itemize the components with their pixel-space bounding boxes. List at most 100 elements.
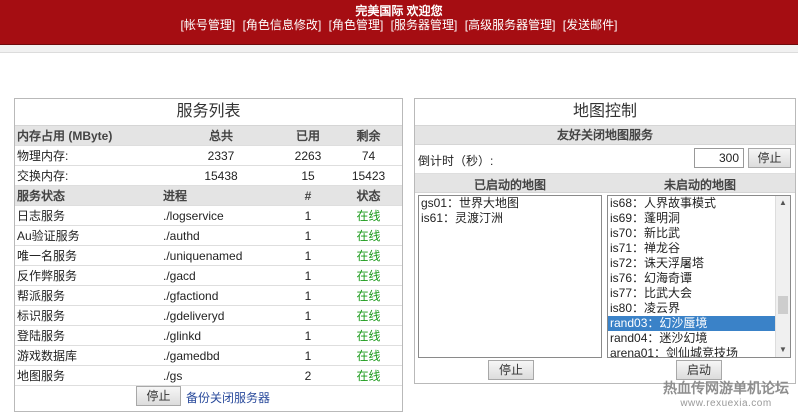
service-row: 唯一名服务 ./uniquenamed 1 在线: [15, 245, 402, 266]
service-header-count: #: [281, 185, 335, 206]
memory-row-physical: 物理内存: 2337 2263 74: [15, 145, 402, 166]
service-process: ./gfactiond: [161, 285, 281, 306]
service-status: 在线: [335, 205, 402, 226]
memory-used: 15: [281, 165, 335, 186]
backup-shutdown-link[interactable]: 备份关闭服务器: [186, 389, 270, 406]
service-row: 游戏数据库 ./gamedbd 1 在线: [15, 345, 402, 366]
list-item[interactable]: is80：凌云界: [608, 301, 790, 316]
service-header-status: 服务状态: [15, 185, 161, 206]
service-name: 登陆服务: [15, 325, 161, 346]
stop-map-button[interactable]: 停止: [488, 360, 534, 380]
service-header-state: 状态: [335, 185, 402, 206]
service-name: 地图服务: [15, 365, 161, 386]
list-item[interactable]: is69：蓬明洞: [608, 211, 790, 226]
service-process: ./logservice: [161, 205, 281, 226]
memory-row-swap: 交换内存: 15438 15 15423: [15, 165, 402, 186]
countdown-input[interactable]: 300: [694, 148, 744, 168]
memory-free: 15423: [335, 165, 402, 186]
service-name: 唯一名服务: [15, 245, 161, 266]
countdown-stop-button[interactable]: 停止: [748, 148, 791, 168]
service-process: ./uniquenamed: [161, 245, 281, 266]
countdown-label: 倒计时（秒）:: [418, 154, 494, 168]
service-row: 帮派服务 ./gfactiond 1 在线: [15, 285, 402, 306]
list-item[interactable]: is61：灵渡汀洲: [419, 211, 601, 226]
service-count: 1: [281, 225, 335, 246]
service-row: 反作弊服务 ./gacd 1 在线: [15, 265, 402, 286]
memory-header-total: 总共: [161, 126, 281, 146]
service-header-process: 进程: [161, 185, 281, 206]
service-process: ./glinkd: [161, 325, 281, 346]
memory-header-used: 已用: [281, 126, 335, 146]
map-control-title: 地图控制: [415, 99, 795, 126]
scroll-up-icon[interactable]: ▲: [776, 196, 790, 210]
service-process: ./authd: [161, 225, 281, 246]
service-process: ./gamedbd: [161, 345, 281, 366]
not-started-maps-header: 未启动的地图: [663, 178, 736, 192]
memory-name: 交换内存:: [15, 165, 161, 186]
service-count: 1: [281, 205, 335, 226]
list-item-selected[interactable]: rand03：幻沙蜃境: [608, 316, 790, 331]
service-row: 标识服务 ./gdeliveryd 1 在线: [15, 305, 402, 326]
list-item[interactable]: gs01：世界大地图: [419, 196, 601, 211]
service-count: 2: [281, 365, 335, 386]
list-item[interactable]: is70：新比武: [608, 226, 790, 241]
service-table: 内存占用 (MByte) 总共 已用 剩余 物理内存: 2337 2263 74…: [15, 126, 402, 386]
memory-total: 2337: [161, 145, 281, 166]
start-map-button[interactable]: 启动: [676, 360, 722, 380]
not-started-maps-list[interactable]: is68：人界故事模式 is69：蓬明洞 is70：新比武 is71：禅龙谷 i…: [607, 195, 791, 358]
memory-used: 2263: [281, 145, 335, 166]
service-row: Au验证服务 ./authd 1 在线: [15, 225, 402, 246]
service-count: 1: [281, 245, 335, 266]
service-status: 在线: [335, 225, 402, 246]
nav-advanced-server-management[interactable]: 高级服务器管理: [468, 18, 552, 32]
service-row: 登陆服务 ./glinkd 1 在线: [15, 325, 402, 346]
service-status: 在线: [335, 285, 402, 306]
list-item[interactable]: is76：幻海奇谭: [608, 271, 790, 286]
watermark-url: www.rexuexia.com: [680, 398, 772, 409]
nav-role-info-edit[interactable]: 角色信息修改: [246, 18, 318, 32]
service-row: 地图服务 ./gs 2 在线: [15, 365, 402, 386]
service-name: 游戏数据库: [15, 345, 161, 366]
service-footer: 停止 备份关闭服务器: [15, 385, 402, 409]
nav-account-management[interactable]: 帐号管理: [184, 18, 232, 32]
service-status: 在线: [335, 245, 402, 266]
started-maps-header: 已启动的地图: [473, 178, 546, 192]
service-list-title: 服务列表: [15, 99, 402, 126]
map-control-panel: 地图控制 友好关闭地图服务 倒计时（秒）: 300 停止 已启动的地图 未启动的…: [414, 98, 796, 384]
scroll-down-icon[interactable]: ▼: [776, 343, 790, 357]
nav-send-mail[interactable]: 发送邮件: [566, 18, 614, 32]
service-status: 在线: [335, 345, 402, 366]
service-process: ./gdeliveryd: [161, 305, 281, 326]
service-status: 在线: [335, 305, 402, 326]
service-name: 日志服务: [15, 205, 161, 226]
list-item[interactable]: is68：人界故事模式: [608, 196, 790, 211]
memory-name: 物理内存:: [15, 145, 161, 166]
service-list-panel: 服务列表 内存占用 (MByte) 总共 已用 剩余 物理内存: 2337 22…: [14, 98, 403, 412]
service-name: 帮派服务: [15, 285, 161, 306]
list-scrollbar[interactable]: ▲ ▼: [775, 196, 790, 357]
list-item[interactable]: is77：比武大会: [608, 286, 790, 301]
nav-server-management[interactable]: 服务器管理: [394, 18, 454, 32]
service-count: 1: [281, 265, 335, 286]
service-status: 在线: [335, 325, 402, 346]
watermark-title: 热血传网游单机论坛: [663, 380, 789, 396]
list-item[interactable]: arena01：剑仙城竞技场: [608, 346, 790, 357]
service-status: 在线: [335, 265, 402, 286]
list-item[interactable]: rand04：迷沙幻境: [608, 331, 790, 346]
service-row: 日志服务 ./logservice 1 在线: [15, 205, 402, 226]
memory-total: 15438: [161, 165, 281, 186]
started-maps-list[interactable]: gs01：世界大地图 is61：灵渡汀洲: [418, 195, 602, 358]
nav-role-management[interactable]: 角色管理: [332, 18, 380, 32]
header-strip: [0, 45, 798, 53]
main-nav: [帐号管理] [角色信息修改] [角色管理] [服务器管理] [高级服务器管理]…: [180, 18, 618, 32]
service-status: 在线: [335, 365, 402, 386]
list-item[interactable]: is71：禅龙谷: [608, 241, 790, 256]
service-name: 标识服务: [15, 305, 161, 326]
service-name: 反作弊服务: [15, 265, 161, 286]
map-columns-header: 已启动的地图 未启动的地图: [415, 174, 795, 193]
scroll-thumb[interactable]: [778, 296, 788, 314]
stop-server-button[interactable]: 停止: [136, 386, 181, 406]
list-item[interactable]: is72：诛天浮屠塔: [608, 256, 790, 271]
service-process: ./gacd: [161, 265, 281, 286]
friendly-close-header: 友好关闭地图服务: [415, 126, 795, 145]
